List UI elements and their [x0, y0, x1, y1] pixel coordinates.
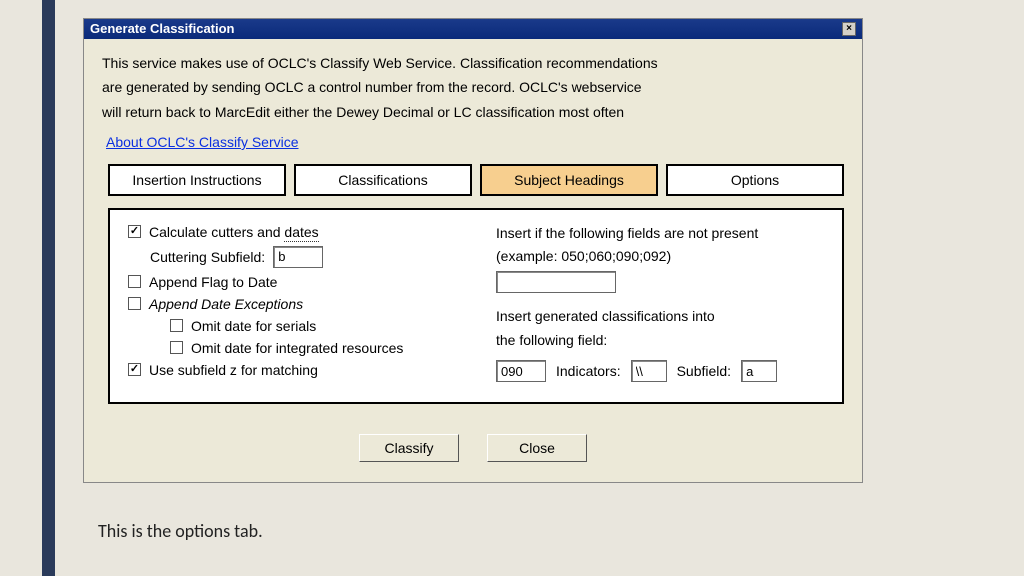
description-line2: are generated by sending OCLC a control …	[102, 77, 844, 97]
tab-classifications[interactable]: Classifications	[294, 164, 472, 196]
use-subfield-z-row: Use subfield z for matching	[128, 362, 456, 378]
omit-serials-checkbox[interactable]	[170, 319, 183, 332]
cuttering-subfield-label: Cuttering Subfield:	[150, 249, 265, 265]
cuttering-subfield-row: Cuttering Subfield:	[150, 246, 456, 268]
indicators-label: Indicators:	[556, 363, 621, 379]
omit-serials-row: Omit date for serials	[170, 318, 456, 334]
options-panel: Calculate cutters and dates Cuttering Su…	[108, 208, 844, 404]
omit-integrated-checkbox[interactable]	[170, 341, 183, 354]
titlebar: Generate Classification ×	[84, 19, 862, 39]
insert-if-line2: (example: 050;060;090;092)	[496, 247, 824, 267]
close-button[interactable]: Close	[487, 434, 587, 462]
description-line3: will return back to MarcEdit either the …	[102, 102, 844, 122]
close-icon[interactable]: ×	[842, 22, 856, 36]
insert-into-fields: Indicators: Subfield:	[496, 360, 824, 382]
right-column: Insert if the following fields are not p…	[496, 224, 824, 384]
generate-classification-dialog: Generate Classification × This service m…	[83, 18, 863, 483]
insert-into-line1: Insert generated classifications into	[496, 307, 824, 327]
cuttering-subfield-input[interactable]	[273, 246, 323, 268]
use-subfield-z-label: Use subfield z for matching	[149, 362, 318, 378]
button-row: Classify Close	[102, 434, 844, 462]
calc-cutters-label: Calculate cutters and dates	[149, 224, 319, 240]
omit-integrated-label: Omit date for integrated resources	[191, 340, 403, 356]
append-flag-row: Append Flag to Date	[128, 274, 456, 290]
calc-cutters-row: Calculate cutters and dates	[128, 224, 456, 240]
subfield-label: Subfield:	[677, 363, 731, 379]
append-exceptions-label: Append Date Exceptions	[149, 296, 303, 312]
insert-if-input[interactable]	[496, 271, 616, 293]
append-exceptions-row: Append Date Exceptions	[128, 296, 456, 312]
tab-subject-headings[interactable]: Subject Headings	[480, 164, 658, 196]
about-link[interactable]: About OCLC's Classify Service	[106, 134, 299, 150]
indicators-input[interactable]	[631, 360, 667, 382]
use-subfield-z-checkbox[interactable]	[128, 363, 141, 376]
left-column: Calculate cutters and dates Cuttering Su…	[128, 224, 456, 384]
slide-caption: This is the options tab.	[98, 520, 263, 542]
omit-serials-label: Omit date for serials	[191, 318, 316, 334]
append-flag-label: Append Flag to Date	[149, 274, 277, 290]
insert-if-line1: Insert if the following fields are not p…	[496, 224, 824, 244]
tab-row: Insertion Instructions Classifications S…	[102, 164, 844, 196]
field-input[interactable]	[496, 360, 546, 382]
append-exceptions-checkbox[interactable]	[128, 297, 141, 310]
insert-into-line2: the following field:	[496, 331, 824, 351]
slide-stripe	[42, 0, 55, 576]
append-flag-checkbox[interactable]	[128, 275, 141, 288]
subfield-input[interactable]	[741, 360, 777, 382]
classify-button[interactable]: Classify	[359, 434, 459, 462]
description-line1: This service makes use of OCLC's Classif…	[102, 53, 844, 73]
tab-insertion-instructions[interactable]: Insertion Instructions	[108, 164, 286, 196]
calc-cutters-checkbox[interactable]	[128, 225, 141, 238]
omit-integrated-row: Omit date for integrated resources	[170, 340, 456, 356]
tab-options[interactable]: Options	[666, 164, 844, 196]
window-title: Generate Classification	[90, 21, 235, 36]
dialog-body: This service makes use of OCLC's Classif…	[84, 39, 862, 482]
